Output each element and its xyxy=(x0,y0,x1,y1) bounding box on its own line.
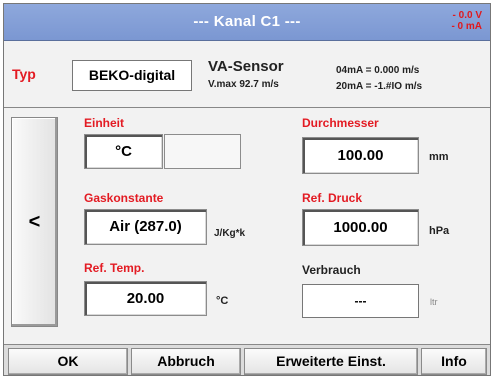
abbruch-button[interactable]: Abbruch xyxy=(131,348,241,375)
bottom-button-bar: OK Abbruch Erweiterte Einst. Info xyxy=(4,344,490,375)
ref-temp-label: Ref. Temp. xyxy=(84,261,145,275)
title-bar: --- Kanal C1 --- - 0.0 V - 0 mA xyxy=(4,4,490,41)
sensor-type-field[interactable]: BEKO-digital xyxy=(72,60,192,91)
ref-druck-label: Ref. Druck xyxy=(302,191,363,205)
verbrauch-field[interactable]: --- xyxy=(302,284,419,318)
gaskonstante-field[interactable]: Air (287.0) xyxy=(84,209,207,245)
status-readout: - 0.0 V - 0 mA xyxy=(451,10,482,32)
channel-settings-screen: --- Kanal C1 --- - 0.0 V - 0 mA Typ BEKO… xyxy=(3,3,491,376)
ref-druck-field[interactable]: 1000.00 xyxy=(302,209,419,246)
durchmesser-field[interactable]: 100.00 xyxy=(302,137,419,174)
ok-button[interactable]: OK xyxy=(8,348,128,375)
ref-temp-field[interactable]: 20.00 xyxy=(84,281,207,316)
ref-temp-unit: °C xyxy=(216,295,229,307)
back-button[interactable]: < xyxy=(11,117,58,327)
einheit-label: Einheit xyxy=(84,116,125,130)
ref-druck-unit: hPa xyxy=(429,225,450,237)
gaskonstante-label: Gaskonstante xyxy=(84,191,164,205)
einheit-field[interactable]: °C xyxy=(84,134,163,169)
erweiterte-einstellungen-button[interactable]: Erweiterte Einst. xyxy=(244,348,418,375)
sensor-04ma: 04mA = 0.000 m/s xyxy=(336,65,420,76)
verbrauch-unit: ltr xyxy=(430,297,438,307)
sensor-20ma: 20mA = -1.#IO m/s xyxy=(336,81,423,92)
divider xyxy=(4,107,490,108)
status-current: - 0 mA xyxy=(451,21,482,32)
gaskonstante-unit: J/Kg*k xyxy=(214,228,246,239)
durchmesser-label: Durchmesser xyxy=(302,116,379,130)
einheit-secondary-field[interactable] xyxy=(164,134,241,169)
info-button[interactable]: Info xyxy=(421,348,487,375)
durchmesser-unit: mm xyxy=(429,151,449,163)
verbrauch-label: Verbrauch xyxy=(302,263,361,277)
window-title: --- Kanal C1 --- xyxy=(193,13,301,30)
sensor-vmax: V.max 92.7 m/s xyxy=(208,79,279,90)
typ-label: Typ xyxy=(12,66,36,82)
status-voltage: - 0.0 V xyxy=(452,10,482,21)
sensor-name: VA-Sensor xyxy=(208,58,284,75)
